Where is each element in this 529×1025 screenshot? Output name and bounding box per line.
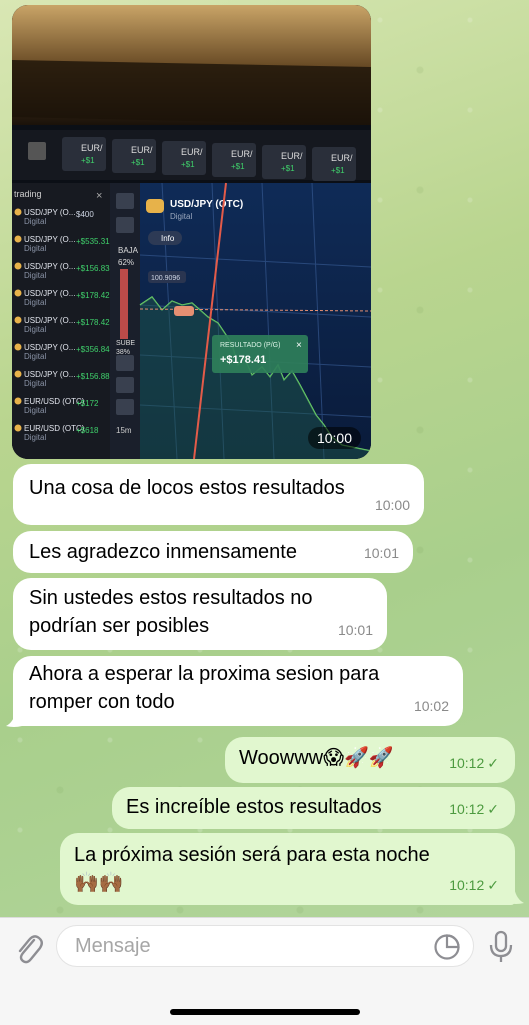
message-time: 10:12 — [449, 877, 485, 893]
trade-value: +$618 — [76, 426, 99, 435]
trade-asset-icon — [14, 262, 22, 270]
trade-pair: USD/JPY (O... — [24, 370, 75, 379]
outgoing-message[interactable]: Es increíble estos resultados 10:12 ✓ — [112, 787, 515, 829]
message-text: Sin ustedes estos resultados no podrían … — [29, 587, 313, 637]
trade-asset-icon — [14, 208, 22, 216]
trade-pair: USD/JPY (O... — [24, 235, 75, 244]
paperclip-icon[interactable] — [14, 932, 44, 966]
message-time: 10:01 — [337, 622, 373, 638]
double-check-icon: ✓ — [487, 801, 499, 817]
svg-text:62%: 62% — [118, 258, 134, 267]
photo-message[interactable]: EUR/ EUR/ EUR/ EUR/ EUR/ EUR/ +$1 +$1 +$… — [12, 5, 371, 459]
message-time: 10:02 — [413, 698, 449, 714]
svg-text:+$1: +$1 — [231, 162, 245, 171]
message-text: Una cosa de locos estos resultados — [29, 477, 345, 499]
svg-text:+$178.41: +$178.41 — [220, 354, 266, 366]
message-status: 10:12 ✓ — [449, 871, 499, 899]
trade-value: +$172 — [76, 399, 99, 408]
message-composer — [0, 917, 529, 1025]
svg-text:EUR/: EUR/ — [131, 145, 153, 155]
message-time: 10:12 — [449, 755, 485, 771]
svg-text:trading: trading — [14, 189, 42, 199]
svg-text:EUR/: EUR/ — [281, 151, 303, 161]
svg-text:100.9096: 100.9096 — [151, 275, 180, 282]
trade-asset-icon — [14, 370, 22, 378]
trade-asset-icon — [14, 316, 22, 324]
trade-asset-icon — [14, 424, 22, 432]
incoming-message[interactable]: Una cosa de locos estos resultados 10:00 — [13, 464, 424, 525]
microphone-icon[interactable] — [488, 930, 514, 964]
trade-pair: USD/JPY (O... — [24, 208, 75, 217]
trade-type: Digital — [24, 244, 46, 253]
trade-asset-icon — [14, 397, 22, 405]
svg-text:+$1: +$1 — [331, 166, 345, 175]
message-status: 10:12 ✓ — [449, 749, 499, 777]
trade-type: Digital — [24, 379, 46, 388]
svg-text:38%: 38% — [116, 349, 130, 356]
trade-value: +$156.88 — [76, 372, 110, 381]
message-emoji: 🙌🏾🙌🏾 — [74, 872, 124, 894]
bubble-tail — [6, 710, 22, 727]
svg-text:Info: Info — [161, 234, 175, 243]
message-status: 10:12 ✓ — [449, 795, 499, 823]
trade-asset-icon — [14, 289, 22, 297]
home-indicator — [170, 1009, 360, 1015]
trade-value: $400 — [76, 210, 94, 219]
svg-text:×: × — [296, 340, 302, 351]
trade-type: Digital — [24, 352, 46, 361]
svg-text:EUR/: EUR/ — [81, 143, 103, 153]
message-time: 10:00 — [374, 497, 410, 513]
trade-type: Digital — [24, 406, 46, 415]
message-time: 10:12 — [449, 801, 485, 817]
svg-text:USD/JPY (OTC): USD/JPY (OTC) — [170, 199, 243, 210]
message-text: Les agradezco inmensamente — [29, 541, 297, 563]
message-time: 10:01 — [363, 545, 399, 561]
trade-value: +$356.84 — [76, 345, 110, 354]
message-text: Ahora a esperar la proxima sesion para r… — [29, 663, 380, 713]
svg-text:EUR/: EUR/ — [231, 149, 253, 159]
svg-text:+$1: +$1 — [181, 160, 195, 169]
svg-text:BAJA: BAJA — [118, 246, 139, 255]
svg-text:SUBE: SUBE — [116, 340, 135, 347]
trade-asset-icon — [14, 235, 22, 243]
message-input[interactable] — [56, 925, 474, 967]
svg-text:+$1: +$1 — [81, 156, 95, 165]
incoming-message[interactable]: Sin ustedes estos resultados no podrían … — [13, 578, 387, 650]
trade-value: +$535.31 — [76, 237, 110, 246]
outgoing-message[interactable]: Woowww😱🚀🚀 10:12 ✓ — [225, 737, 515, 783]
trade-type: Digital — [24, 271, 46, 280]
trade-pair: USD/JPY (O... — [24, 262, 75, 271]
trade-pair: USD/JPY (O... — [24, 316, 75, 325]
message-text: Es increíble estos resultados — [126, 796, 382, 818]
trade-value: +$178.42 — [76, 291, 110, 300]
svg-text:15m: 15m — [116, 426, 132, 435]
svg-text:+$1: +$1 — [281, 164, 295, 173]
incoming-message[interactable]: Les agradezco inmensamente 10:01 — [13, 531, 413, 573]
outgoing-message[interactable]: La próxima sesión será para esta noche 🙌… — [60, 833, 515, 905]
trade-value: +$156.83 — [76, 264, 110, 273]
message-text: Woowww😱🚀🚀 — [239, 747, 394, 769]
svg-text:EUR/: EUR/ — [181, 147, 203, 157]
double-check-icon: ✓ — [487, 877, 499, 893]
svg-text:×: × — [96, 190, 102, 202]
svg-text:Digital: Digital — [170, 212, 192, 221]
incoming-message[interactable]: Ahora a esperar la proxima sesion para r… — [13, 656, 463, 726]
message-text: La próxima sesión será para esta noche — [74, 844, 430, 866]
trade-asset-icon — [14, 343, 22, 351]
trade-type: Digital — [24, 433, 46, 442]
trade-value: +$178.42 — [76, 318, 110, 327]
trade-pair: USD/JPY (O... — [24, 343, 75, 352]
double-check-icon: ✓ — [487, 755, 499, 771]
trade-type: Digital — [24, 325, 46, 334]
trading-screenshot-photo: EUR/ EUR/ EUR/ EUR/ EUR/ EUR/ +$1 +$1 +$… — [12, 5, 371, 459]
bubble-tail — [508, 887, 524, 904]
photo-timestamp: 10:00 — [307, 427, 361, 449]
svg-text:RESULTADO (P/G): RESULTADO (P/G) — [220, 342, 280, 349]
svg-text:+$1: +$1 — [131, 158, 145, 167]
trade-pair: USD/JPY (O... — [24, 289, 75, 298]
trade-type: Digital — [24, 217, 46, 226]
sticker-icon[interactable] — [433, 933, 461, 961]
trade-type: Digital — [24, 298, 46, 307]
svg-text:EUR/: EUR/ — [331, 153, 353, 163]
